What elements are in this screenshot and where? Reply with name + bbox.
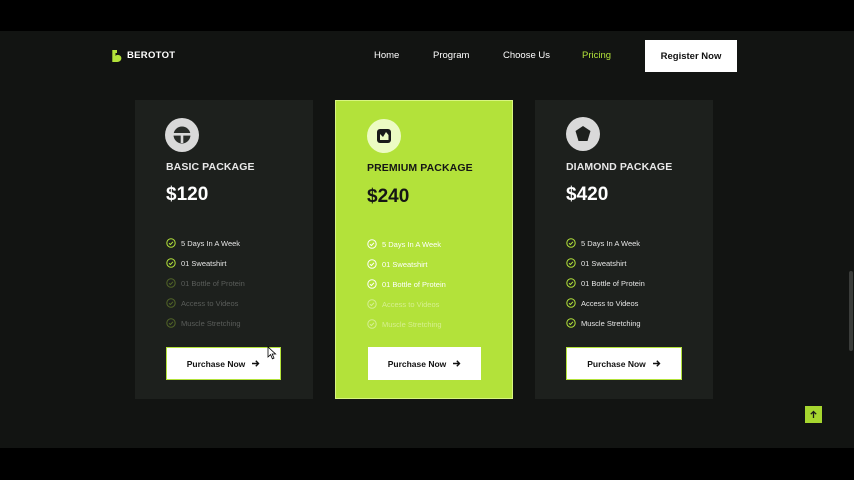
check-circle-icon (367, 259, 377, 269)
feature-item: 01 Sweatshirt (566, 253, 645, 273)
diamond-icon (575, 126, 591, 141)
feature-item: 01 Bottle of Protein (367, 274, 446, 294)
feature-item: 5 Days In A Week (166, 233, 245, 253)
feature-item-disabled: Muscle Stretching (367, 314, 446, 334)
nav-choose-us[interactable]: Choose Us (503, 50, 550, 61)
feature-item: 5 Days In A Week (367, 234, 446, 254)
feature-item: 01 Sweatshirt (166, 253, 245, 273)
nav-pricing[interactable]: Pricing (582, 50, 611, 61)
check-circle-icon (367, 279, 377, 289)
plan-title: BASIC PACKAGE (166, 161, 255, 173)
pricing-card-basic: BASIC PACKAGE $120 5 Days In A Week 01 S… (135, 100, 313, 399)
check-circle-icon (166, 278, 176, 288)
feature-list: 5 Days In A Week 01 Sweatshirt 01 Bottle… (367, 234, 446, 334)
feature-item: 01 Sweatshirt (367, 254, 446, 274)
nav-program[interactable]: Program (433, 50, 469, 61)
check-circle-icon (566, 278, 576, 288)
scroll-to-top-button[interactable] (805, 406, 822, 423)
check-circle-icon (166, 318, 176, 328)
bicep-icon (112, 50, 122, 62)
video-letterbox-bottom (0, 448, 854, 480)
page-scrollbar[interactable] (849, 271, 853, 351)
feature-list: 5 Days In A Week 01 Sweatshirt 01 Bottle… (566, 233, 645, 333)
check-circle-icon (566, 318, 576, 328)
crown-icon (377, 129, 391, 143)
feature-item: 5 Days In A Week (566, 233, 645, 253)
feature-item-disabled: 01 Bottle of Protein (166, 273, 245, 293)
check-circle-icon (166, 298, 176, 308)
arrow-right-icon (453, 360, 461, 367)
register-now-button[interactable]: Register Now (645, 40, 737, 72)
feature-item: Access to Videos (566, 293, 645, 313)
feature-item: Muscle Stretching (566, 313, 645, 333)
pricing-card-diamond: DIAMOND PACKAGE $420 5 Days In A Week 01… (535, 100, 713, 399)
video-letterbox-top (0, 0, 854, 31)
check-circle-icon (166, 258, 176, 268)
feature-item-disabled: Muscle Stretching (166, 313, 245, 333)
purchase-now-button[interactable]: Purchase Now (166, 347, 281, 380)
arrow-right-icon (252, 360, 260, 367)
check-circle-icon (367, 319, 377, 329)
check-circle-icon (566, 258, 576, 268)
brand-name: BEROTOT (127, 50, 176, 61)
purchase-now-button[interactable]: Purchase Now (368, 347, 481, 380)
brand-logo[interactable]: BEROTOT (111, 49, 175, 62)
plan-badge (566, 117, 600, 151)
pricing-card-premium: PREMIUM PACKAGE $240 5 Days In A Week 01… (335, 100, 513, 399)
plan-price: $120 (166, 184, 209, 205)
check-circle-icon (566, 298, 576, 308)
check-circle-icon (166, 238, 176, 248)
plan-title: DIAMOND PACKAGE (566, 161, 673, 173)
feature-item: 01 Bottle of Protein (566, 273, 645, 293)
feature-list: 5 Days In A Week 01 Sweatshirt 01 Bottle… (166, 233, 245, 333)
steering-wheel-icon (173, 126, 191, 144)
arrow-right-icon (652, 360, 661, 367)
plan-price: $240 (367, 186, 410, 207)
arrow-up-icon (810, 410, 817, 418)
feature-item-disabled: Access to Videos (367, 294, 446, 314)
plan-badge (367, 119, 401, 153)
purchase-now-button[interactable]: Purchase Now (566, 347, 682, 380)
nav-home[interactable]: Home (374, 50, 399, 61)
check-circle-icon (566, 238, 576, 248)
plan-title: PREMIUM PACKAGE (367, 162, 473, 174)
check-circle-icon (367, 299, 377, 309)
check-circle-icon (367, 239, 377, 249)
plan-price: $420 (566, 184, 609, 205)
feature-item-disabled: Access to Videos (166, 293, 245, 313)
mouse-cursor-icon (267, 346, 277, 360)
plan-badge (165, 118, 199, 152)
pricing-page: BEROTOT Home Program Choose Us Pricing R… (0, 31, 854, 448)
